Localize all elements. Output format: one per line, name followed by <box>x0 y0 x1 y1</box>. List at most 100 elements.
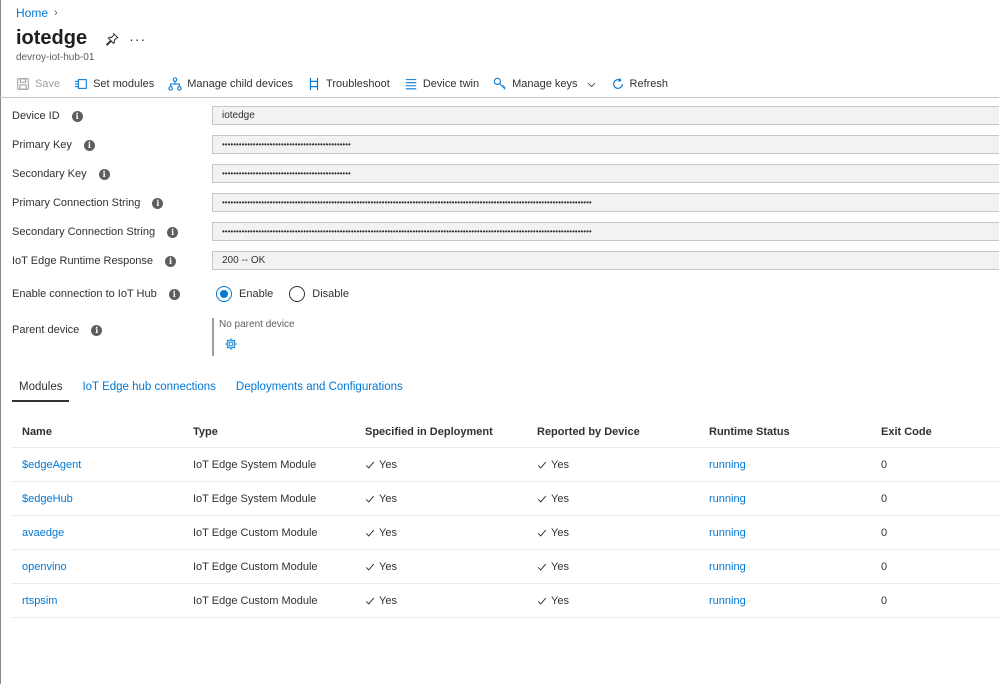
exit-code: 0 <box>881 594 888 607</box>
radio-checked-icon <box>216 286 232 302</box>
device-id-label: Device ID i <box>12 110 83 122</box>
exit-code: 0 <box>881 560 888 573</box>
specified-cell: Yes <box>365 482 397 515</box>
primary-key-field[interactable]: ••••••••••••••••••••••••••••••••••••••••… <box>212 135 999 154</box>
runtime-status-link[interactable]: running <box>709 448 746 481</box>
device-twin-label: Device twin <box>422 78 480 90</box>
column-header-type[interactable]: Type <box>193 416 218 447</box>
device-id-field[interactable]: iotedge <box>212 106 999 125</box>
refresh-icon <box>612 78 623 89</box>
runtime-status-link[interactable]: running <box>709 516 746 549</box>
device-twin-button[interactable]: Device twin <box>404 74 479 94</box>
module-name-link[interactable]: $edgeAgent <box>22 448 81 481</box>
checkmark-icon <box>537 529 547 537</box>
reported-value: Yes <box>551 492 569 505</box>
breadcrumb-home-link[interactable]: Home <box>16 6 48 20</box>
table-row: openvino IoT Edge Custom Module Yes Yes … <box>12 550 999 584</box>
secondary-connection-string-row: Secondary Connection String i •••••••••••… <box>12 222 999 242</box>
module-name-link[interactable]: openvino <box>22 550 67 583</box>
enable-radio[interactable]: Enable <box>216 286 273 302</box>
primary-connection-string-field[interactable]: ••••••••••••••••••••••••••••••••••••••••… <box>212 193 999 212</box>
runtime-response-field[interactable]: 200 -- OK <box>212 251 999 270</box>
breadcrumb-separator: › <box>54 7 58 19</box>
disable-radio-label: Disable <box>312 288 349 300</box>
module-name-link[interactable]: rtspsim <box>22 584 57 617</box>
tab-iot-edge-hub-connections[interactable]: IoT Edge hub connections <box>75 378 222 402</box>
manage-keys-button[interactable]: Manage keys <box>493 74 596 94</box>
parent-device-field: No parent device <box>212 318 412 356</box>
reported-cell: Yes <box>537 482 569 515</box>
module-type: IoT Edge Custom Module <box>193 594 318 607</box>
column-header-reported[interactable]: Reported by Device <box>537 416 640 447</box>
tab-bar: Modules IoT Edge hub connections Deploym… <box>12 378 410 402</box>
reported-value: Yes <box>551 594 569 607</box>
runtime-response-label: IoT Edge Runtime Response i <box>12 255 177 267</box>
primary-key-label: Primary Key i <box>12 139 95 151</box>
checkmark-icon <box>365 597 375 605</box>
info-icon[interactable]: i <box>91 324 103 336</box>
column-header-name[interactable]: Name <box>22 416 52 447</box>
specified-value: Yes <box>379 492 397 505</box>
no-parent-device-text: No parent device <box>219 319 295 330</box>
gear-icon[interactable] <box>224 337 238 351</box>
info-icon[interactable]: i <box>71 110 83 122</box>
page-subtitle: devroy-iot-hub-01 <box>16 52 95 63</box>
specified-cell: Yes <box>365 584 397 617</box>
more-options-icon[interactable]: ··· <box>129 32 146 46</box>
page-title: iotedge <box>16 27 88 49</box>
device-twin-icon <box>405 79 417 90</box>
enable-radio-label: Enable <box>239 288 274 300</box>
command-bar: Save Set modules Manage child devices Tr… <box>16 74 682 94</box>
info-icon[interactable]: i <box>98 168 110 180</box>
radio-unchecked-icon <box>289 286 306 302</box>
chevron-down-icon <box>587 82 595 87</box>
tab-modules[interactable]: Modules <box>12 378 70 402</box>
disable-radio[interactable]: Disable <box>289 286 349 302</box>
info-icon[interactable]: i <box>168 288 180 300</box>
primary-connection-string-label: Primary Connection String i <box>12 197 164 209</box>
pin-icon[interactable] <box>105 32 119 46</box>
toolbar-divider <box>0 97 999 98</box>
info-icon[interactable]: i <box>167 226 179 238</box>
title-row: iotedge ··· <box>16 27 146 50</box>
hierarchy-icon <box>168 77 182 91</box>
runtime-response-row: IoT Edge Runtime Response i 200 -- OK <box>12 251 999 271</box>
tab-deployments-and-configurations[interactable]: Deployments and Configurations <box>229 378 410 402</box>
exit-code: 0 <box>881 526 888 539</box>
info-icon[interactable]: i <box>152 197 164 209</box>
troubleshoot-button[interactable]: Troubleshoot <box>307 74 390 94</box>
reported-value: Yes <box>551 458 569 471</box>
set-modules-button[interactable]: Set modules <box>74 74 154 94</box>
runtime-status-link[interactable]: running <box>709 550 746 583</box>
save-button[interactable]: Save <box>16 74 60 94</box>
secondary-key-field[interactable]: ••••••••••••••••••••••••••••••••••••••••… <box>212 164 999 183</box>
checkmark-icon <box>365 495 375 503</box>
troubleshoot-icon <box>309 77 319 91</box>
secondary-connection-string-field[interactable]: ••••••••••••••••••••••••••••••••••••••••… <box>212 222 999 241</box>
runtime-status-link[interactable]: running <box>709 584 746 617</box>
refresh-label: Refresh <box>629 78 669 90</box>
column-header-exit-code[interactable]: Exit Code <box>881 416 932 447</box>
specified-value: Yes <box>379 594 397 607</box>
table-row: $edgeHub IoT Edge System Module Yes Yes … <box>12 482 999 516</box>
manage-child-devices-button[interactable]: Manage child devices <box>168 74 293 94</box>
save-icon <box>17 78 29 90</box>
module-name-link[interactable]: $edgeHub <box>22 482 73 515</box>
column-header-specified[interactable]: Specified in Deployment <box>365 416 493 447</box>
refresh-button[interactable]: Refresh <box>611 74 669 94</box>
reported-value: Yes <box>551 526 569 539</box>
table-header: Name Type Specified in Deployment Report… <box>12 416 999 448</box>
module-name-link[interactable]: avaedge <box>22 516 64 549</box>
checkmark-icon <box>537 563 547 571</box>
module-type: IoT Edge System Module <box>193 492 317 505</box>
specified-cell: Yes <box>365 448 397 481</box>
info-icon[interactable]: i <box>165 255 177 267</box>
runtime-response-label-text: IoT Edge Runtime Response <box>12 255 154 267</box>
secondary-connection-string-label-text: Secondary Connection String <box>12 226 156 238</box>
breadcrumb: Home › <box>16 6 58 20</box>
info-icon[interactable]: i <box>83 139 95 151</box>
parent-device-label: Parent device i <box>12 324 103 336</box>
column-header-runtime-status[interactable]: Runtime Status <box>709 416 790 447</box>
runtime-status-link[interactable]: running <box>709 482 746 515</box>
table-row: $edgeAgent IoT Edge System Module Yes Ye… <box>12 448 999 482</box>
